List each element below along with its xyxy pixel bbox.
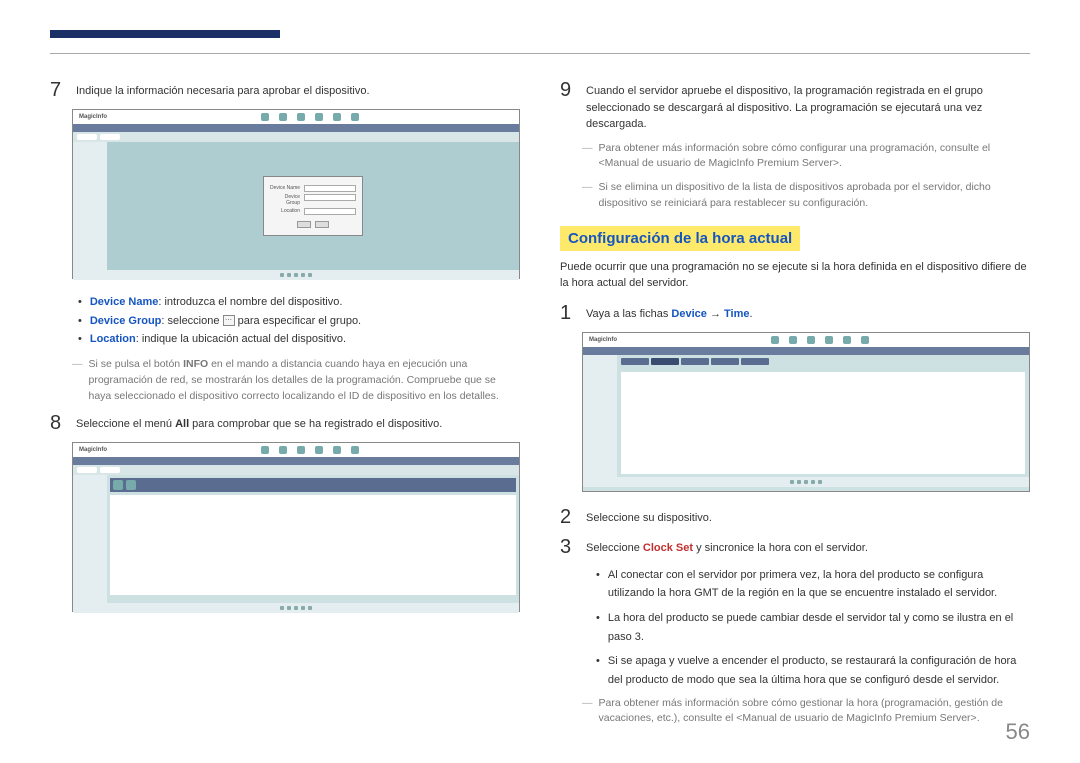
- footer-bar: [73, 270, 519, 280]
- note-info-button: Si se pulsa el botón INFO en el mando a …: [72, 357, 520, 404]
- note-schedule-manual: Para obtener más información sobre cómo …: [582, 141, 1030, 173]
- step-number: 1: [560, 302, 576, 324]
- menu-bar: [73, 124, 519, 132]
- step-text: Seleccione el menú All para comprobar qu…: [76, 412, 520, 434]
- step-text: Cuando el servidor apruebe el dispositiv…: [586, 79, 1030, 133]
- section-intro: Puede ocurrir que una programación no se…: [560, 259, 1030, 292]
- footer-bar: [583, 477, 1029, 487]
- step-r3: 3 Seleccione Clock Set y sincronice la h…: [560, 536, 1030, 558]
- step-number: 7: [50, 79, 66, 101]
- app-brand: MagicInfo: [79, 114, 107, 120]
- step-text: Vaya a las fichas Device → Time.: [586, 302, 1030, 324]
- app-brand: MagicInfo: [79, 447, 107, 453]
- page-number: 56: [1006, 719, 1030, 745]
- header-accent-bar: [50, 30, 280, 38]
- section-heading: Configuración de la hora actual: [560, 226, 800, 251]
- step-number: 3: [560, 536, 576, 558]
- sub-bullet: Al conectar con el servidor por primera …: [596, 566, 1030, 603]
- app-header: MagicInfo: [73, 443, 519, 457]
- approve-dialog: Device Name Device Group Location: [263, 176, 363, 236]
- menu-bar: [73, 457, 519, 465]
- step-text: Seleccione Clock Set y sincronice la hor…: [586, 536, 1030, 558]
- label: Device Group: [90, 315, 162, 327]
- step-text: Seleccione su dispositivo.: [586, 506, 1030, 528]
- header-divider: [50, 53, 1030, 54]
- sidebar: [583, 355, 617, 477]
- two-column-layout: 7 Indique la información necesaria para …: [50, 79, 1030, 735]
- clock-notes: Al conectar con el servidor por primera …: [596, 566, 1030, 690]
- app-header: MagicInfo: [583, 333, 1029, 347]
- step-8: 8 Seleccione el menú All para comprobar …: [50, 412, 520, 434]
- app-brand: MagicInfo: [589, 337, 617, 343]
- step-r2: 2 Seleccione su dispositivo.: [560, 506, 1030, 528]
- note-time-manual: Para obtener más información sobre cómo …: [582, 696, 1030, 728]
- bullet-device-name: Device Name: introduzca el nombre del di…: [78, 293, 520, 312]
- app-header: MagicInfo: [73, 110, 519, 124]
- label: Device Name: [90, 296, 159, 308]
- label: Location: [90, 333, 136, 345]
- header-icons: [617, 336, 1023, 344]
- header-icons: [107, 113, 513, 121]
- field-descriptions: Device Name: introduzca el nombre del di…: [78, 293, 520, 349]
- footer-bar: [73, 603, 519, 613]
- note-device-removed: Si se elimina un dispositivo de la lista…: [582, 180, 1030, 212]
- sub-bullet: La hora del producto se puede cambiar de…: [596, 609, 1030, 646]
- main-area: [107, 475, 519, 603]
- ellipsis-icon: ⋯: [223, 315, 235, 326]
- bullet-device-group: Device Group: seleccione ⋯ para especifi…: [78, 312, 520, 331]
- step-7: 7 Indique la información necesaria para …: [50, 79, 520, 101]
- main-area: [617, 355, 1029, 477]
- sub-bullet: Si se apaga y vuelve a encender el produ…: [596, 652, 1030, 689]
- toolbar: [73, 465, 519, 475]
- step-number: 8: [50, 412, 66, 434]
- screenshot-device-time: MagicInfo: [582, 332, 1030, 492]
- left-column: 7 Indique la información necesaria para …: [50, 79, 520, 735]
- step-r1: 1 Vaya a las fichas Device → Time.: [560, 302, 1030, 324]
- header-icons: [107, 446, 513, 454]
- bullet-location: Location: indique la ubicación actual de…: [78, 330, 520, 349]
- right-column: 9 Cuando el servidor apruebe el disposit…: [560, 79, 1030, 735]
- main-area: Device Name Device Group Location: [107, 142, 519, 270]
- step-text: Indique la información necesaria para ap…: [76, 79, 520, 101]
- step-number: 9: [560, 79, 576, 133]
- step-9: 9 Cuando el servidor apruebe el disposit…: [560, 79, 1030, 133]
- sidebar: [73, 142, 107, 270]
- screenshot-all-menu: MagicInfo: [72, 442, 520, 612]
- sidebar: [73, 475, 107, 603]
- toolbar: [73, 132, 519, 142]
- screenshot-approve-device: MagicInfo Device Name Device Group Locat…: [72, 109, 520, 279]
- step-number: 2: [560, 506, 576, 528]
- menu-bar: [583, 347, 1029, 355]
